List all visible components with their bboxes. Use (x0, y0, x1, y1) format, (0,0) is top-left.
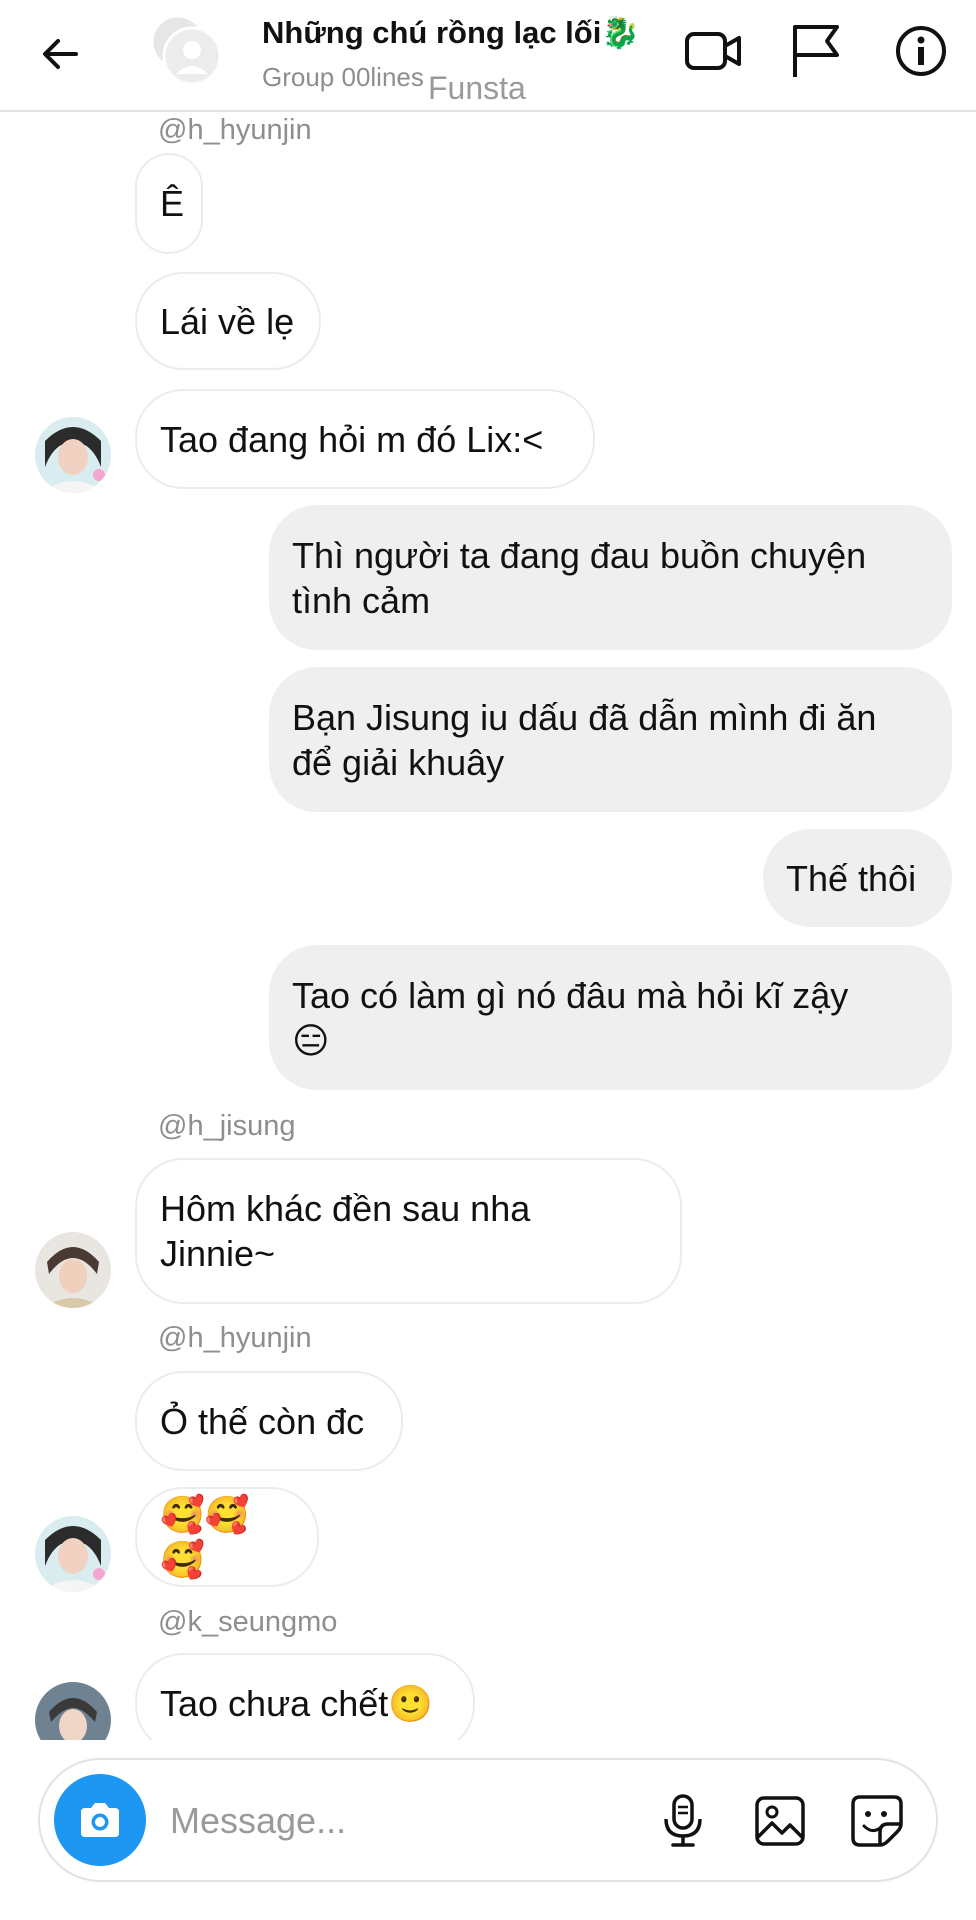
message-bubble[interactable]: Ỏ thế còn đc (135, 1371, 403, 1471)
message-bubble-own[interactable]: Thì người ta đang đau buồn chuyện tình c… (269, 505, 952, 650)
message-list[interactable]: @h_hyunjin Ê Lái về lẹ Tao đang hỏi m đó… (0, 112, 976, 1740)
message-line: để giải khuây (292, 741, 505, 783)
user-photo (35, 1682, 111, 1740)
chat-title[interactable]: Những chú rồng lạc lối🐉 (262, 14, 640, 51)
message-text: Tao chưa chết🙂 (160, 1682, 434, 1724)
user-photo (35, 1516, 111, 1592)
video-camera-icon (685, 32, 741, 70)
message-text: Thì người ta đang đau buồn chuyện tình c… (292, 533, 866, 623)
info-icon (896, 26, 946, 76)
video-call-button[interactable] (680, 18, 746, 84)
message-bubble[interactable]: 🥰🥰🥰 (135, 1487, 319, 1587)
user-photo (35, 417, 111, 493)
message-line: 😑 (292, 1019, 330, 1061)
message-line: Bạn Jisung iu dấu đã dẫn mình đi ăn (292, 696, 877, 738)
microphone-icon (664, 1794, 702, 1847)
message-line: Hôm khác đền sau nha (160, 1188, 531, 1229)
voice-message-button[interactable] (652, 1790, 714, 1852)
watermark-text: Funsta (428, 70, 526, 106)
message-bubble[interactable]: Lái về lẹ (135, 272, 321, 370)
message-text: Tao đang hỏi m đó Lix:< (160, 418, 544, 460)
sticker-icon (851, 1795, 903, 1847)
image-icon (755, 1796, 805, 1846)
message-bubble[interactable]: Ê (135, 153, 203, 254)
camera-button[interactable] (54, 1774, 146, 1866)
message-text: Hôm khác đền sau nha Jinnie~ (160, 1186, 530, 1276)
back-button[interactable] (30, 24, 90, 84)
message-bubble-own[interactable]: Bạn Jisung iu dấu đã dẫn mình đi ăn để g… (269, 667, 952, 812)
message-line: tình cảm (292, 579, 431, 621)
group-avatar-icon (150, 14, 222, 86)
message-bubble-own[interactable]: Thế thôi (763, 829, 952, 927)
message-text: Bạn Jisung iu dấu đã dẫn mình đi ăn để g… (292, 695, 876, 785)
flag-icon (793, 25, 839, 77)
message-text: Lái về lẹ (160, 300, 295, 342)
camera-icon (81, 1803, 119, 1837)
info-button[interactable] (888, 18, 954, 84)
avatar[interactable] (35, 1682, 111, 1740)
message-line: Tao có làm gì nó đâu mà hỏi kĩ zậy (292, 974, 849, 1016)
arrow-left-icon (43, 39, 78, 69)
message-line: Jinnie~ (160, 1233, 276, 1274)
gallery-button[interactable] (749, 1790, 811, 1852)
sticker-button[interactable] (846, 1790, 908, 1852)
avatar[interactable] (35, 1232, 111, 1308)
message-bubble[interactable]: Tao đang hỏi m đó Lix:< (135, 389, 595, 489)
chat-subtitle: Group 00lines (262, 62, 424, 92)
sender-name: @h_hyunjin (158, 114, 312, 146)
message-bubble[interactable]: Hôm khác đền sau nha Jinnie~ (135, 1158, 682, 1304)
message-text: Tao có làm gì nó đâu mà hỏi kĩ zậy 😑 (292, 973, 848, 1063)
sender-name: @h_hyunjin (158, 1322, 312, 1354)
sender-name: @h_jisung (158, 1110, 296, 1142)
chat-header: Những chú rồng lạc lối🐉 Group 00lines Fu… (0, 0, 976, 112)
message-bubble-own[interactable]: Tao có làm gì nó đâu mà hỏi kĩ zậy 😑 (269, 945, 952, 1090)
avatar[interactable] (35, 1516, 111, 1592)
group-avatar[interactable] (148, 12, 224, 88)
report-button[interactable] (782, 18, 848, 84)
user-photo (35, 1232, 111, 1308)
avatar[interactable] (35, 417, 111, 493)
message-text: Thế thôi (786, 857, 917, 899)
message-text: Ê (160, 183, 185, 224)
sender-name: @k_seungmo (158, 1606, 338, 1638)
message-line: Thì người ta đang đau buồn chuyện (292, 534, 867, 576)
message-text: 🥰🥰🥰 (160, 1494, 250, 1580)
message-input[interactable] (170, 1792, 550, 1850)
message-composer (38, 1758, 938, 1882)
message-bubble[interactable]: Tao chưa chết🙂 (135, 1653, 475, 1740)
message-text: Ỏ thế còn đc (160, 1400, 365, 1442)
